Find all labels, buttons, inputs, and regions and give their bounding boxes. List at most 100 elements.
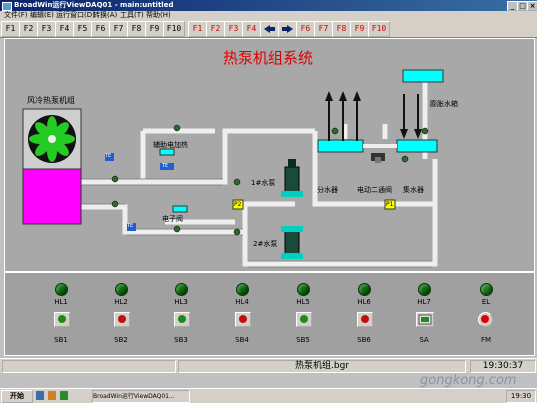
- button-led-icon: [118, 315, 126, 323]
- temp-sensor-bottom-label: TE: [127, 223, 134, 229]
- close-button[interactable]: ×: [527, 1, 537, 11]
- arrow-right-icon[interactable]: [278, 21, 297, 37]
- app-icon: [2, 2, 12, 11]
- fkey-right-F3[interactable]: F3: [224, 21, 243, 37]
- button-led-icon: [58, 315, 66, 323]
- lamp-label-hl1: HL1: [54, 298, 68, 306]
- button-led-icon: [481, 315, 489, 323]
- button-label-sb4: SB4: [235, 336, 249, 344]
- quicklaunch-icon[interactable]: [36, 391, 44, 400]
- expansion-tank: [402, 69, 444, 83]
- button-led-icon: [300, 315, 308, 323]
- pressure-gauge-p1-label: P1: [386, 201, 394, 208]
- button-label-sa: SA: [419, 336, 429, 344]
- fkey-right-F4[interactable]: F4: [242, 21, 261, 37]
- button-label-sb3: SB3: [174, 336, 188, 344]
- fkey-right-F2[interactable]: F2: [206, 21, 225, 37]
- fault-button-fm[interactable]: [478, 312, 493, 327]
- fan-icon: [28, 115, 76, 163]
- selector-switch-sa[interactable]: [416, 312, 434, 327]
- quicklaunch-icon[interactable]: [48, 391, 56, 400]
- taskbar-clock: 19:30: [506, 390, 536, 403]
- fkey-left-F10[interactable]: F10: [163, 21, 185, 37]
- selector-switch-icon: [418, 314, 432, 325]
- window-title: BroadWin运行ViewDAQ01 - main:untitled: [14, 1, 174, 9]
- window-titlebar: BroadWin运行ViewDAQ01 - main:untitled _ □ …: [0, 0, 537, 11]
- status-empty-left: [2, 360, 176, 373]
- push-button-sb1[interactable]: [54, 312, 70, 327]
- fkey-left-F7[interactable]: F7: [109, 21, 128, 37]
- push-button-sb2[interactable]: [114, 312, 130, 327]
- electronic-valve-icon: [172, 205, 188, 213]
- fkey-left-F1[interactable]: F1: [1, 21, 20, 37]
- fkey-right-F10[interactable]: F10: [368, 21, 390, 37]
- fkey-left-F5[interactable]: F5: [73, 21, 92, 37]
- status-bar: 热泵机组.bgr 19:30:37: [0, 358, 537, 373]
- fkey-left-F4[interactable]: F4: [55, 21, 74, 37]
- menu-help[interactable]: 帮助(H): [146, 11, 171, 20]
- menu-file[interactable]: 文件(F): [4, 11, 28, 20]
- fkey-right-F7[interactable]: F7: [314, 21, 333, 37]
- push-button-sb5[interactable]: [296, 312, 312, 327]
- indicator-lamp-hl4: [236, 283, 249, 296]
- aux-heater-label: 辅助电加热: [153, 141, 188, 149]
- fkey-left-F9[interactable]: F9: [145, 21, 164, 37]
- fkey-right-F9[interactable]: F9: [350, 21, 369, 37]
- fkey-right-F1[interactable]: F1: [188, 21, 207, 37]
- button-label-sb1: SB1: [54, 336, 68, 344]
- distributor-label: 分水器: [317, 186, 338, 194]
- pump-1-icon: [281, 159, 303, 197]
- menu-convert[interactable]: 转换(A): [93, 11, 117, 20]
- distributor-header: [317, 139, 364, 153]
- lamp-label-el: EL: [481, 298, 491, 306]
- fkey-right-F8[interactable]: F8: [332, 21, 351, 37]
- lamp-label-hl5: HL5: [296, 298, 310, 306]
- status-time: 19:30:37: [470, 360, 536, 373]
- two-way-valve-label: 电动二通阀: [357, 186, 392, 194]
- indicator-lamp-hl7: [418, 283, 431, 296]
- menu-edit[interactable]: 编辑(E): [30, 11, 54, 20]
- piping-diagram: [22, 69, 444, 268]
- taskbar-app-button[interactable]: BroadWin运行ViewDAQ01...: [92, 390, 190, 403]
- pump-1-label: 1#水泵: [251, 179, 276, 187]
- collector-label: 集水器: [403, 186, 424, 194]
- push-button-sb3[interactable]: [174, 312, 190, 327]
- process-diagram: 热泵机组系统 风冷热泵机组 辅助电加热 电子阀 膨胀水箱 1#水泵 2#水泵 分…: [4, 38, 535, 272]
- button-label-fm: FM: [480, 336, 492, 344]
- temp-sensor-left-label: TE: [105, 153, 112, 159]
- lamp-label-hl6: HL6: [357, 298, 371, 306]
- button-led-icon: [178, 315, 186, 323]
- indicator-lamp-hl1: [55, 283, 68, 296]
- indicator-lamp-hl3: [175, 283, 188, 296]
- lamp-label-hl7: HL7: [417, 298, 431, 306]
- temp-sensor-mid-label: TE: [162, 163, 169, 169]
- indicator-lamp-hl6: [358, 283, 371, 296]
- lamp-label-hl2: HL2: [114, 298, 128, 306]
- indicator-lamp-el: [480, 283, 493, 296]
- fkey-left-F6[interactable]: F6: [91, 21, 110, 37]
- pump-2-label: 2#水泵: [253, 240, 278, 248]
- quicklaunch-icon[interactable]: [60, 391, 68, 400]
- button-led-icon: [239, 315, 247, 323]
- lamp-label-hl4: HL4: [235, 298, 249, 306]
- fkey-left-F3[interactable]: F3: [37, 21, 56, 37]
- menu-run-window[interactable]: 运行窗口(D): [56, 11, 95, 20]
- start-button[interactable]: 开始: [1, 390, 33, 403]
- menu-bar: 文件(F) 编辑(E) 运行窗口(D) 转换(A) 工具(T) 帮助(H): [0, 11, 537, 20]
- pressure-gauge-p2-label: P2: [234, 201, 242, 208]
- menu-tools[interactable]: 工具(T): [120, 11, 144, 20]
- fkey-right-F6[interactable]: F6: [296, 21, 315, 37]
- electronic-valve-label: 电子阀: [162, 215, 183, 223]
- fkey-left-F2[interactable]: F2: [19, 21, 38, 37]
- control-panel: HL1 HL2 HL3 HL4 HL5 HL6 HL7 EL SB1 SB2 S…: [4, 272, 535, 356]
- arrow-left-icon[interactable]: [260, 21, 279, 37]
- button-label-sb2: SB2: [114, 336, 128, 344]
- status-filename: 热泵机组.bgr: [178, 360, 466, 373]
- push-button-sb6[interactable]: [357, 312, 373, 327]
- button-label-sb5: SB5: [296, 336, 310, 344]
- button-label-sb6: SB6: [357, 336, 371, 344]
- push-button-sb4[interactable]: [235, 312, 251, 327]
- fkey-left-F8[interactable]: F8: [127, 21, 146, 37]
- two-way-valve-icon: [371, 153, 385, 163]
- button-led-icon: [361, 315, 369, 323]
